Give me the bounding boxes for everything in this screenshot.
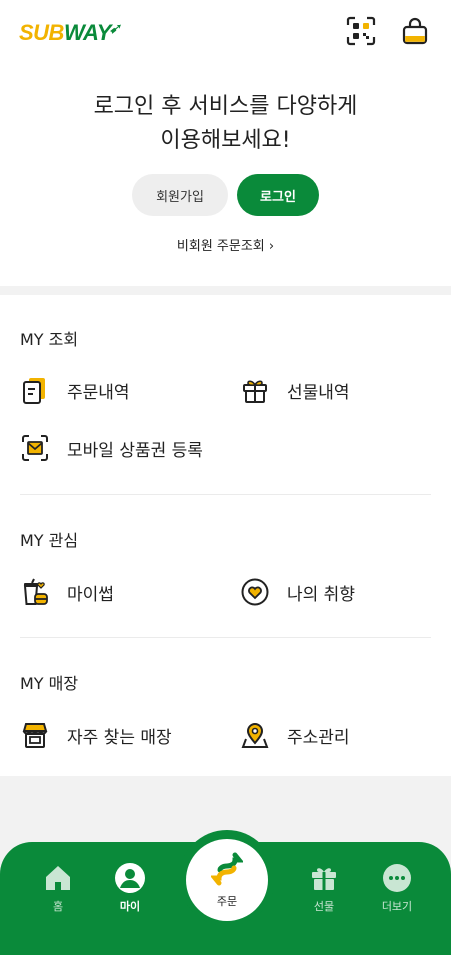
menu-item-label: 주문내역 bbox=[67, 382, 130, 403]
order-arrows-icon bbox=[209, 852, 245, 886]
menu-item-label: 마이썹 bbox=[67, 584, 114, 605]
menu-item-favorite-stores[interactable]: 자주 찾는 매장 bbox=[20, 720, 172, 750]
mobile-voucher-icon bbox=[22, 435, 48, 461]
app-header: SUBWAY➹ bbox=[0, 0, 451, 64]
section-gap bbox=[0, 286, 451, 295]
my-sub-icon bbox=[23, 578, 48, 605]
section-divider bbox=[20, 494, 431, 495]
map-pin-icon bbox=[241, 723, 269, 748]
menu-item-my-taste[interactable]: 나의 취향 bbox=[240, 577, 355, 607]
tab-more[interactable]: 더보기 bbox=[367, 862, 427, 914]
tab-label: 홈 bbox=[52, 900, 64, 913]
logo-text-sub: SUB bbox=[19, 20, 64, 45]
cart-bag-icon[interactable] bbox=[399, 15, 431, 47]
menu-item-label: 선물내역 bbox=[287, 382, 350, 403]
welcome-message: 로그인 후 서비스를 다양하게 이용해보세요! bbox=[0, 90, 451, 158]
tab-label: 마이 bbox=[119, 900, 141, 913]
menu-item-my-sub[interactable]: 마이썹 bbox=[20, 577, 114, 607]
tab-order[interactable]: 주문 bbox=[186, 839, 268, 921]
menu-item-label: 주소관리 bbox=[287, 727, 350, 748]
tab-label: 주문 bbox=[216, 895, 238, 908]
heart-taste-icon bbox=[241, 578, 269, 606]
order-receipt-icon bbox=[23, 378, 45, 404]
menu-item-mobile-voucher[interactable]: 모바일 상품권 등록 bbox=[20, 433, 203, 463]
menu-item-label: 나의 취향 bbox=[287, 584, 355, 605]
welcome-line-2: 이용해보세요! bbox=[160, 128, 291, 153]
menu-item-label: 자주 찾는 매장 bbox=[67, 727, 172, 748]
subway-logo[interactable]: SUBWAY➹ bbox=[19, 20, 121, 46]
qr-scan-icon[interactable] bbox=[345, 15, 377, 47]
more-icon bbox=[383, 864, 411, 892]
section-title-interest: MY 관심 bbox=[20, 531, 79, 550]
menu-item-order-history[interactable]: 주문내역 bbox=[20, 375, 130, 405]
login-button[interactable]: 로그인 bbox=[237, 174, 319, 216]
user-icon bbox=[115, 863, 145, 893]
menu-item-label: 모바일 상품권 등록 bbox=[67, 440, 203, 461]
store-icon bbox=[22, 723, 48, 748]
home-icon bbox=[46, 866, 70, 890]
logo-arrow: ➹ bbox=[108, 20, 121, 36]
menu-item-gift-history[interactable]: 선물내역 bbox=[240, 375, 350, 405]
tab-home[interactable]: 홈 bbox=[28, 862, 88, 914]
tab-my[interactable]: 마이 bbox=[100, 862, 160, 914]
section-divider bbox=[20, 637, 431, 638]
join-button[interactable]: 회원가입 bbox=[132, 174, 228, 216]
tab-label: 더보기 bbox=[381, 900, 413, 913]
welcome-line-1: 로그인 후 서비스를 다양하게 bbox=[93, 94, 358, 119]
section-title-store: MY 매장 bbox=[20, 674, 79, 693]
section-title-inquiry: MY 조회 bbox=[20, 330, 79, 349]
gift-icon bbox=[312, 868, 336, 890]
logo-text-way: WAY bbox=[63, 20, 111, 45]
guest-order-lookup-link[interactable]: 비회원 주문조회 › bbox=[0, 235, 451, 254]
tab-gift[interactable]: 선물 bbox=[294, 862, 354, 914]
tab-label: 선물 bbox=[313, 900, 335, 913]
gift-box-icon bbox=[243, 380, 267, 403]
menu-item-address-management[interactable]: 주소관리 bbox=[240, 720, 350, 750]
